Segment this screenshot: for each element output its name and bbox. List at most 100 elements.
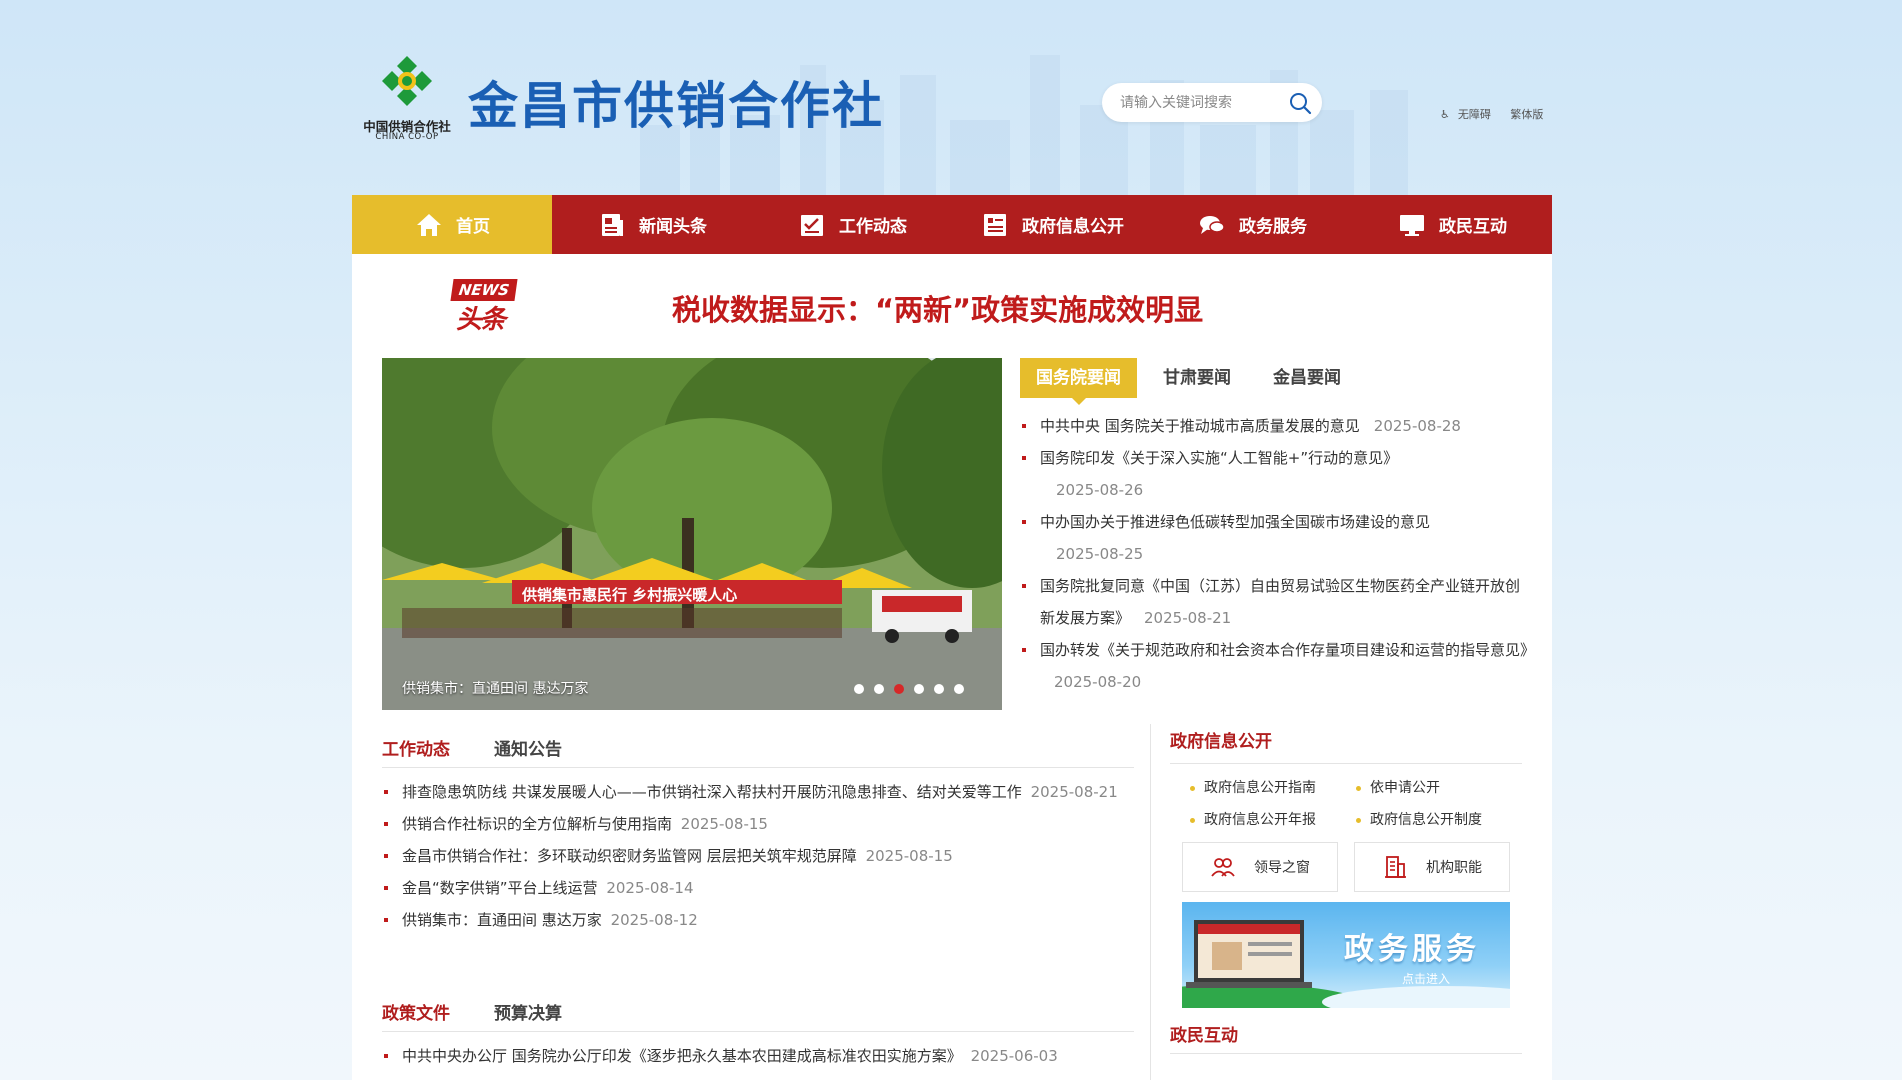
nav-label: 新闻头条 xyxy=(639,217,707,237)
headline-link[interactable]: 税收数据显示：“两新”政策实施成效明显 xyxy=(672,287,1203,329)
news-date: 2025-08-25 xyxy=(1056,545,1144,563)
news-title: 国办转发《关于规范政府和社会资本合作存量项目建设和运营的指导意见》 xyxy=(1040,641,1536,659)
accessibility-label: 无障碍 xyxy=(1457,108,1491,121)
work-list: 排查隐患筑防线 共谋发展暖人心——市供销社深入帮扶村开展防汛隐患排查、结对关爱等… xyxy=(382,776,1134,936)
traditional-chinese-link[interactable]: 繁体版 xyxy=(1510,108,1543,121)
list-item[interactable]: 中办国办关于推进绿色低碳转型加强全国碳市场建设的意见 2025-08-25 xyxy=(1020,506,1532,570)
item-title: 供销合作社标识的全方位解析与使用指南 xyxy=(402,815,673,833)
gov-service-banner[interactable]: 政务服务 点击进入 xyxy=(1182,902,1510,1008)
gov-link-rules[interactable]: 政府信息公开制度 xyxy=(1354,804,1520,836)
service-banner-title: 政务服务 xyxy=(1344,932,1480,967)
work-section: 工作动态 通知公告 排查隐患筑防线 共谋发展暖人心——市供销社深入帮扶村开展防汛… xyxy=(382,728,1134,936)
news-badge-bottom: 头条 xyxy=(456,305,506,335)
slide-banner-text: 供销集市惠民行 乡村振兴暖人心 xyxy=(522,586,738,604)
nav-item-home[interactable]: 首页 xyxy=(352,195,552,254)
item-date: 2025-08-15 xyxy=(865,847,953,865)
tab-notices[interactable]: 通知公告 xyxy=(494,735,562,760)
list-item[interactable]: 金昌市供销合作社：多环联动织密财务监管网 层层把关筑牢规范屏障 2025-08-… xyxy=(382,840,1134,872)
list-item[interactable]: 排查隐患筑防线 共谋发展暖人心——市供销社深入帮扶村开展防汛隐患排查、结对关爱等… xyxy=(382,776,1134,808)
site-header: 中国供销合作社 CHINA CO-OP 金昌市供销合作社 ♿ 无障碍 繁体版 xyxy=(352,0,1552,195)
slide-dot[interactable] xyxy=(854,684,864,694)
news-date: 2025-08-21 xyxy=(1144,609,1232,627)
nav-item-work[interactable]: 工作动态 xyxy=(752,195,952,254)
list-item[interactable]: 供销合作社标识的全方位解析与使用指南 2025-08-15 xyxy=(382,808,1134,840)
tab-jinchang[interactable]: 金昌要闻 xyxy=(1257,358,1357,398)
headline-row: NEWS 头条 税收数据显示：“两新”政策实施成效明显 xyxy=(352,254,1552,358)
gov-link-guide[interactable]: 政府信息公开指南 xyxy=(1188,772,1354,804)
nav-label: 政府信息公开 xyxy=(1022,217,1124,237)
news-headline-badge: NEWS 头条 xyxy=(450,279,518,335)
news-date: 2025-08-26 xyxy=(1056,481,1144,499)
main-nav: 首页 新闻头条 工作动态 政府信息公开 政务服务 政民互动 xyxy=(352,195,1552,254)
slide-dot[interactable] xyxy=(874,684,884,694)
list-item[interactable]: 中共中央 国务院关于推动城市高质量发展的意见 2025-08-28 xyxy=(1020,410,1532,442)
search-input[interactable] xyxy=(1120,83,1280,122)
coop-emblem-icon xyxy=(382,56,432,106)
news-title: 国务院印发《关于深入实施“人工智能+”行动的意见》 xyxy=(1040,449,1399,467)
item-title: 金昌市供销合作社：多环联动织密财务监管网 层层把关筑牢规范屏障 xyxy=(402,847,857,865)
tab-gansu[interactable]: 甘肃要闻 xyxy=(1147,358,1247,398)
item-title: 排查隐患筑防线 共谋发展暖人心——市供销社深入帮扶村开展防汛隐患排查、结对关爱等… xyxy=(402,783,1022,801)
slide-dot[interactable] xyxy=(954,684,964,694)
nav-item-news[interactable]: 新闻头条 xyxy=(552,195,752,254)
accessibility-link[interactable]: ♿ 无障碍 xyxy=(1440,108,1499,121)
nav-item-service[interactable]: 政务服务 xyxy=(1152,195,1352,254)
document-list-icon xyxy=(984,213,1006,236)
item-date: 2025-08-21 xyxy=(1030,783,1118,801)
item-date: 2025-06-03 xyxy=(970,1047,1058,1065)
tab-budget[interactable]: 预算决算 xyxy=(494,999,562,1024)
slide-dots xyxy=(854,684,964,694)
item-title: 金昌“数字供销”平台上线运营 xyxy=(402,879,598,897)
nav-item-gov-info[interactable]: 政府信息公开 xyxy=(952,195,1152,254)
gov-link-annual-report[interactable]: 政府信息公开年报 xyxy=(1188,804,1354,836)
list-item[interactable]: 供销集市：直通田间 惠达万家 2025-08-12 xyxy=(382,904,1134,936)
list-item[interactable]: 中共中央办公厅 国务院办公厅印发《逐步把永久基本农田建成高标准农田实施方案》 2… xyxy=(382,1040,1134,1072)
search-box xyxy=(1102,83,1322,122)
item-title: 供销集市：直通田间 惠达万家 xyxy=(402,911,602,929)
checklist-icon xyxy=(801,214,823,236)
list-item[interactable]: 国务院批复同意《中国（江苏）自由贸易试验区生物医药全产业链开放创新发展方案》 20… xyxy=(1020,570,1532,634)
tab-state-council[interactable]: 国务院要闻 xyxy=(1020,358,1137,405)
gov-info-links: 政府信息公开指南 依申请公开 政府信息公开年报 政府信息公开制度 xyxy=(1170,772,1522,836)
monitor-icon xyxy=(1400,214,1424,236)
list-item[interactable]: 金昌“数字供销”平台上线运营 2025-08-14 xyxy=(382,872,1134,904)
list-item[interactable]: 国办转发《关于规范政府和社会资本合作存量项目建设和运营的指导意见》 2025-08… xyxy=(1020,634,1536,698)
service-banner-sub: 点击进入 xyxy=(1402,972,1451,986)
site-logo[interactable]: 中国供销合作社 CHINA CO-OP xyxy=(352,54,462,146)
header-tools: ♿ 无障碍 繁体版 xyxy=(1440,106,1551,122)
policy-list: 中共中央办公厅 国务院办公厅印发《逐步把永久基本农田建成高标准农田实施方案》 2… xyxy=(382,1040,1134,1072)
gov-buttons: 领导之窗 机构职能 xyxy=(1170,842,1522,892)
slide-dot[interactable] xyxy=(934,684,944,694)
leaders-window-button[interactable]: 领导之窗 xyxy=(1182,842,1338,892)
tab-policy-docs[interactable]: 政策文件 xyxy=(382,999,450,1024)
nav-label: 首页 xyxy=(456,217,490,237)
news-title: 国务院批复同意《中国（江苏）自由贸易试验区生物医药全产业链开放创新发展方案》 xyxy=(1040,577,1521,627)
column-divider xyxy=(1150,724,1151,1080)
home-icon xyxy=(417,213,441,236)
tab-work-updates[interactable]: 工作动态 xyxy=(382,735,450,760)
nav-item-interaction[interactable]: 政民互动 xyxy=(1352,195,1552,254)
site-title: 金昌市供销合作社 xyxy=(468,77,884,135)
work-section-tabs: 工作动态 通知公告 xyxy=(382,728,1134,768)
news-title: 中办国办关于推进绿色低碳转型加强全国碳市场建设的意见 xyxy=(1040,513,1431,531)
search-icon[interactable] xyxy=(1288,91,1312,115)
org-functions-button[interactable]: 机构职能 xyxy=(1354,842,1510,892)
gov-link-apply[interactable]: 依申请公开 xyxy=(1354,772,1520,804)
gov-info-column: 政府信息公开 政府信息公开指南 依申请公开 政府信息公开年报 政府信息公开制度 … xyxy=(1170,724,1522,1054)
interaction-title[interactable]: 政民互动 xyxy=(1170,1018,1522,1054)
leaders-window-label: 领导之窗 xyxy=(1254,860,1310,876)
news-tabs-box: 国务院要闻 甘肃要闻 金昌要闻 中共中央 国务院关于推动城市高质量发展的意见 20… xyxy=(1020,358,1536,710)
item-date: 2025-08-12 xyxy=(610,911,698,929)
building-icon xyxy=(1385,856,1406,878)
nav-label: 工作动态 xyxy=(839,217,907,237)
slide-dot-active[interactable] xyxy=(894,684,904,694)
chat-bubbles-icon xyxy=(1200,215,1225,234)
logo-en-text: CHINA CO-OP xyxy=(375,132,439,142)
policy-section-tabs: 政策文件 预算决算 xyxy=(382,992,1134,1032)
list-item[interactable]: 国务院印发《关于深入实施“人工智能+”行动的意见》 2025-08-26 xyxy=(1020,442,1532,506)
accessibility-icon: ♿ xyxy=(1440,108,1450,121)
news-date: 2025-08-28 xyxy=(1373,417,1461,435)
photo-slideshow[interactable]: 供销集市惠民行 乡村振兴暖人心 供销集市：直通田间 惠达万家 xyxy=(382,358,1002,710)
slide-dot[interactable] xyxy=(914,684,924,694)
gov-info-title[interactable]: 政府信息公开 xyxy=(1170,724,1522,764)
